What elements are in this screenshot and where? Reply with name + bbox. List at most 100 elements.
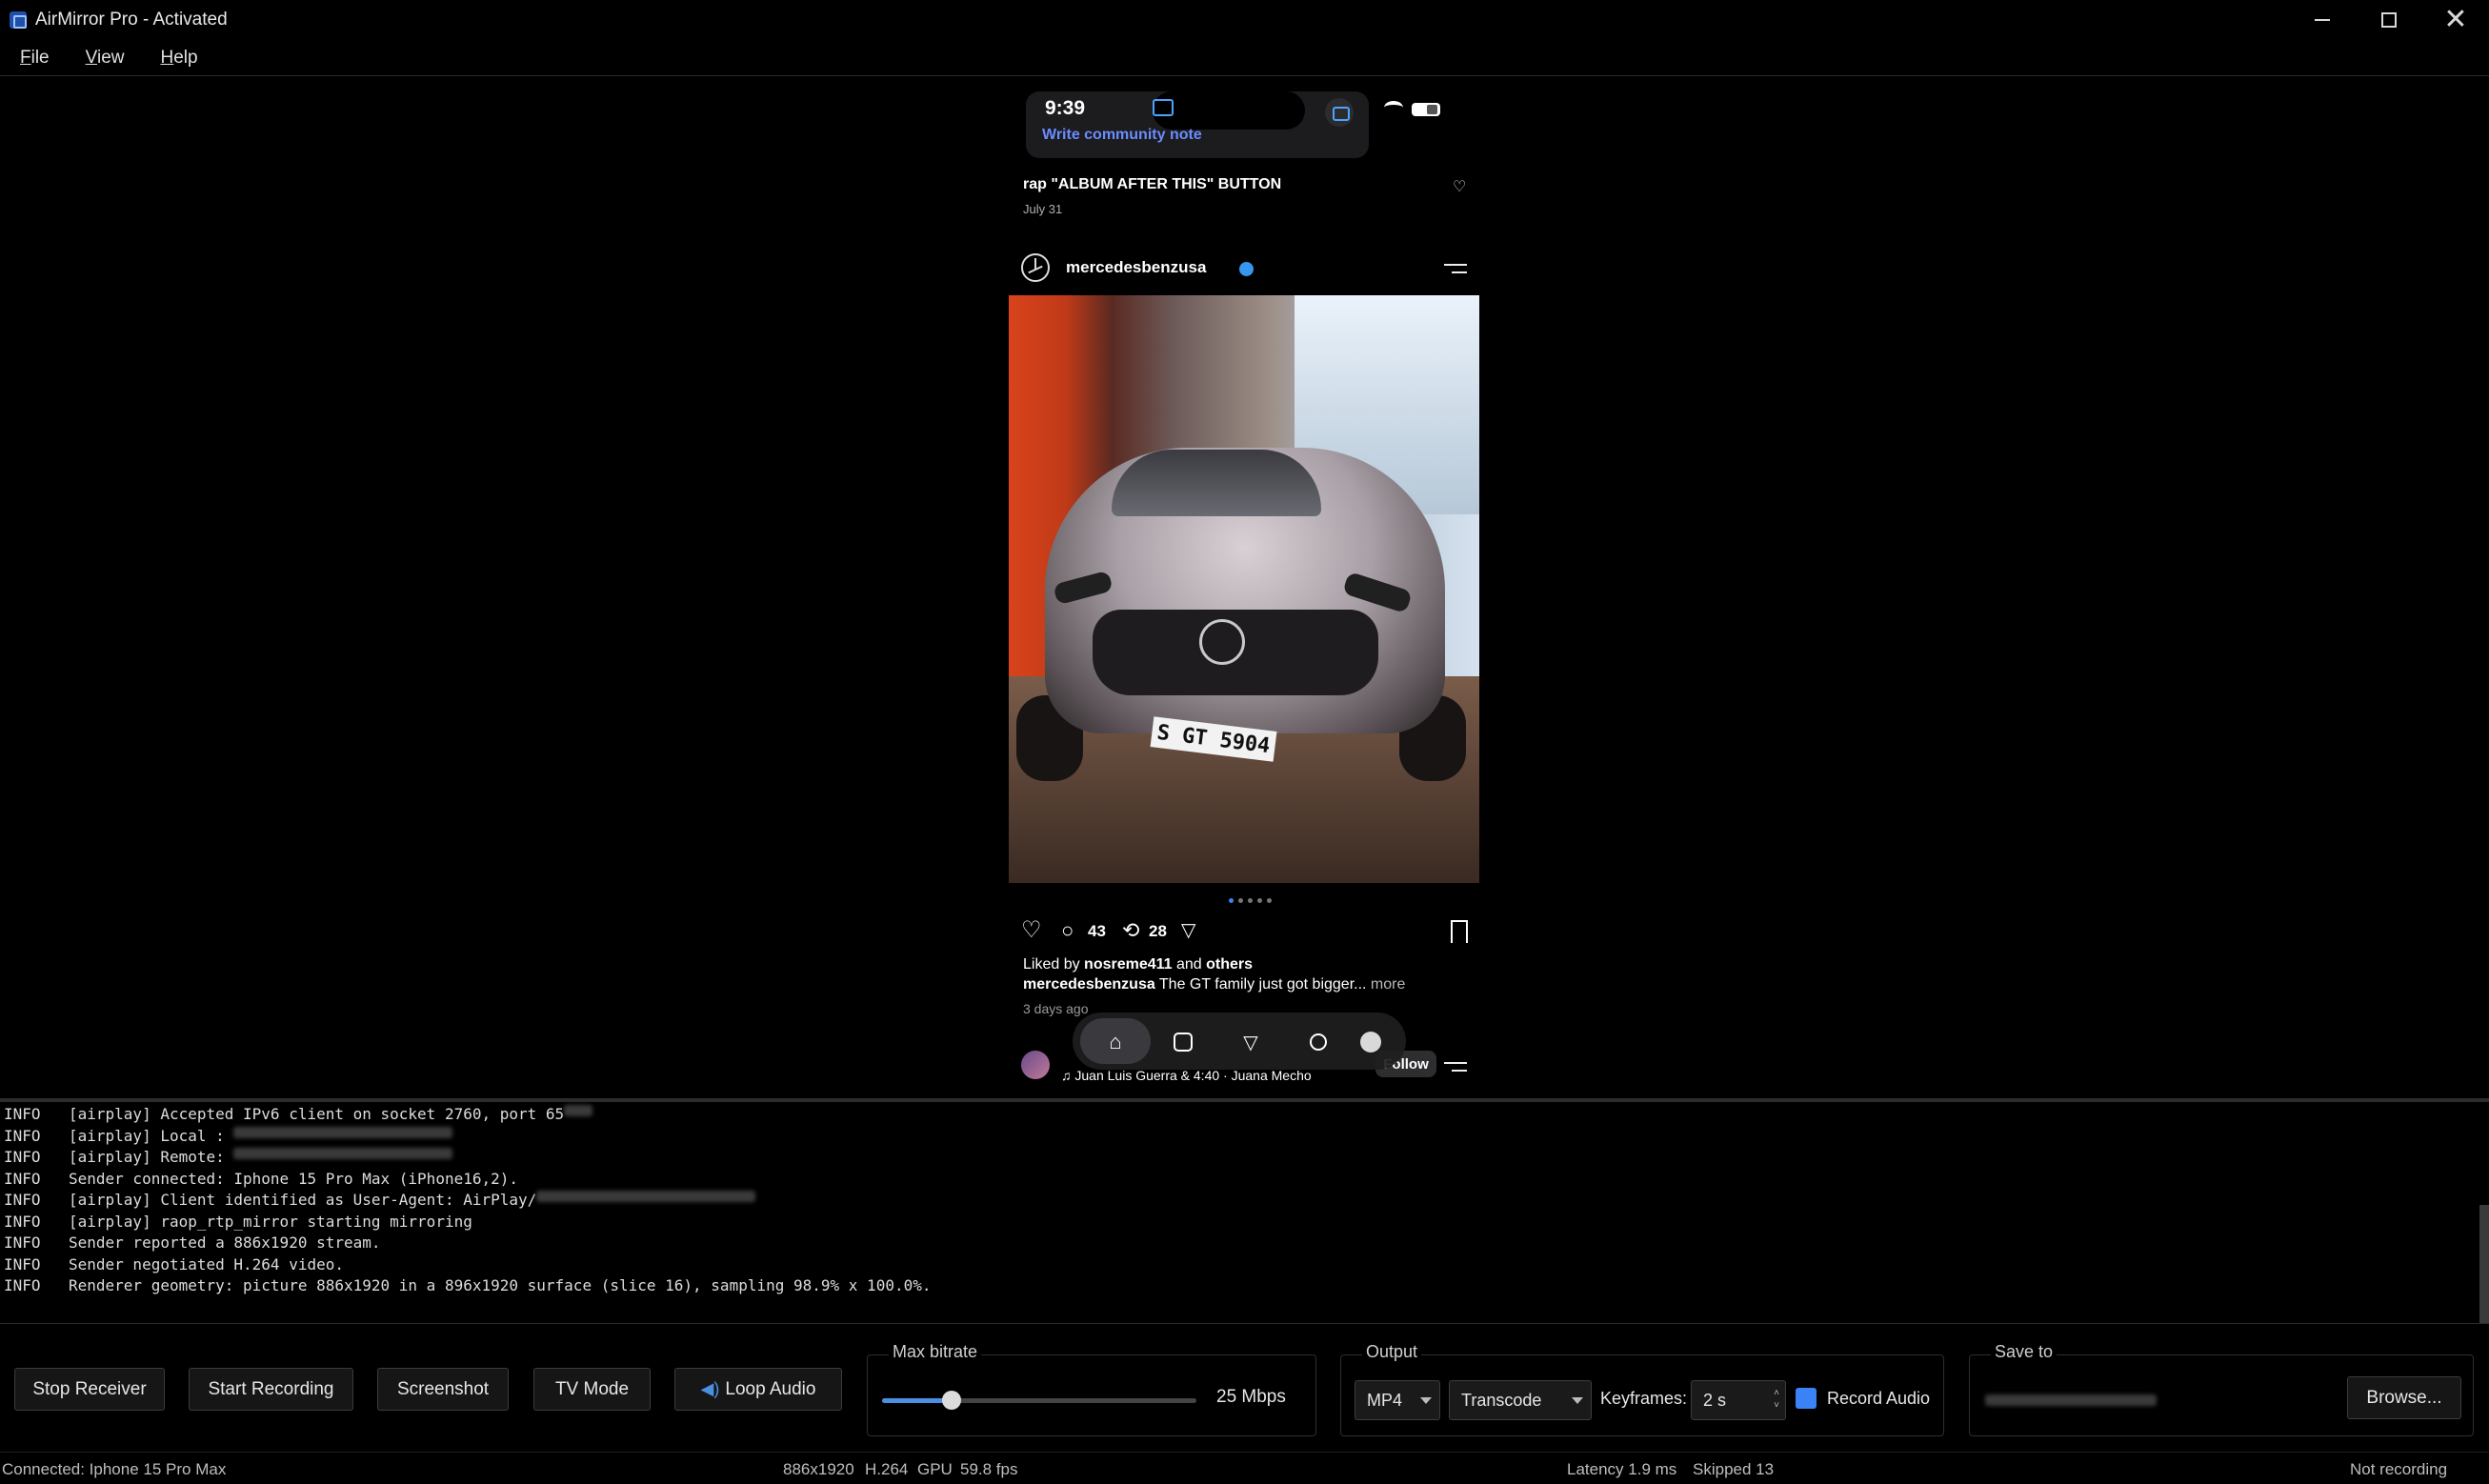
max-bitrate-group: Max bitrate 25 Mbps bbox=[867, 1342, 1316, 1436]
author-avatar[interactable] bbox=[1021, 253, 1050, 282]
post-time: 3 days ago bbox=[1023, 1001, 1089, 1016]
log-level: INFO bbox=[4, 1254, 41, 1273]
stop-receiver-button[interactable]: Stop Receiver bbox=[14, 1368, 165, 1411]
format-select[interactable]: MP4 bbox=[1355, 1380, 1440, 1420]
control-bar: Stop Receiver Start Recording Screenshot… bbox=[0, 1323, 2489, 1452]
loop-audio-button[interactable]: ◀) Loop Audio bbox=[674, 1368, 842, 1411]
bitrate-slider-thumb[interactable] bbox=[941, 1391, 961, 1410]
keyframes-label: Keyframes: bbox=[1600, 1389, 1688, 1408]
title-bar: AirMirror Pro - Activated ✕ bbox=[0, 0, 2489, 40]
record-audio-checkbox[interactable] bbox=[1796, 1388, 1817, 1409]
redacted-value bbox=[233, 1126, 453, 1138]
bookmark-icon[interactable] bbox=[1451, 920, 1468, 943]
menu-help[interactable]: Help bbox=[160, 48, 197, 69]
mirror-view[interactable]: 9:39 Write community note rap "ALBUM AFT… bbox=[0, 77, 2489, 1098]
repost-icon[interactable]: ⟲ bbox=[1122, 919, 1139, 942]
next-post-avatar[interactable] bbox=[1021, 1051, 1050, 1079]
minimize-button[interactable] bbox=[2289, 0, 2356, 40]
like-icon[interactable]: ♡ bbox=[1021, 919, 1042, 942]
community-note-link[interactable]: Write community note bbox=[1042, 127, 1202, 144]
stream-resolution: 886x1920 bbox=[783, 1460, 854, 1478]
previous-post-date: July 31 bbox=[1023, 202, 1063, 216]
post-author[interactable]: mercedesbenzusa bbox=[1066, 258, 1206, 277]
encode-mode-select[interactable]: Transcode bbox=[1449, 1380, 1592, 1420]
likes-summary[interactable]: Liked by nosreme411 and others bbox=[1023, 956, 1253, 973]
log-lines: INFO [airplay] Accepted IPv6 client on so… bbox=[0, 1105, 2489, 1298]
log-level: INFO bbox=[4, 1169, 41, 1188]
carousel-dot bbox=[1248, 898, 1253, 903]
comment-count: 43 bbox=[1088, 922, 1106, 940]
previous-post-caption: rap "ALBUM AFTER THIS" BUTTON bbox=[1023, 176, 1282, 192]
airplay-icon bbox=[1153, 99, 1174, 116]
log-message: [airplay] Remote: bbox=[69, 1148, 234, 1166]
frame-rate: 59.8 fps bbox=[960, 1460, 1018, 1478]
reels-icon[interactable] bbox=[1167, 1026, 1199, 1058]
send-icon[interactable]: ▽ bbox=[1234, 1026, 1267, 1058]
save-to-title: Save to bbox=[1991, 1342, 2057, 1362]
bitrate-slider-fill bbox=[882, 1398, 952, 1403]
dynamic-island bbox=[1153, 91, 1305, 130]
maximize-button[interactable] bbox=[2356, 0, 2422, 40]
log-line: INFO Sender reported a 886x1920 stream. bbox=[0, 1233, 2489, 1255]
stream-codec: H.264 bbox=[865, 1460, 909, 1478]
log-level: INFO bbox=[4, 1105, 41, 1123]
close-button[interactable]: ✕ bbox=[2422, 0, 2489, 40]
log-line: INFO [airplay] Remote: bbox=[0, 1148, 2489, 1170]
save-path-field[interactable] bbox=[1985, 1380, 2338, 1420]
gpu-indicator: GPU bbox=[917, 1460, 953, 1478]
carousel-dot bbox=[1238, 898, 1243, 903]
spin-arrows-icon[interactable]: ˄ ˅ bbox=[1774, 1387, 1779, 1412]
comment-like-icon[interactable]: ♡ bbox=[1453, 177, 1466, 196]
battery-icon bbox=[1412, 103, 1440, 116]
bitrate-slider[interactable] bbox=[882, 1391, 1196, 1410]
carousel-dot bbox=[1229, 898, 1234, 903]
search-icon[interactable] bbox=[1302, 1026, 1335, 1058]
home-icon[interactable]: ⌂ bbox=[1099, 1026, 1132, 1058]
tv-mode-button[interactable]: TV Mode bbox=[533, 1368, 651, 1411]
log-level: INFO bbox=[4, 1148, 41, 1166]
redacted-value bbox=[536, 1191, 756, 1202]
record-audio-label[interactable]: Record Audio bbox=[1827, 1389, 1930, 1409]
next-post-menu-icon[interactable] bbox=[1444, 1060, 1467, 1073]
post-actions: ♡ ○ 43 ⟲ 28 ▽ bbox=[1021, 915, 1469, 948]
phone-screen[interactable]: 9:39 Write community note rap "ALBUM AFT… bbox=[1008, 77, 1479, 1098]
chevron-down-icon bbox=[1420, 1397, 1432, 1404]
next-post-music[interactable]: ♫ Juan Luis Guerra & 4:40 · Juana Mecho bbox=[1061, 1068, 1312, 1083]
log-message: Sender reported a 886x1920 stream. bbox=[69, 1233, 381, 1252]
log-message: [airplay] raop_rtp_mirror starting mirro… bbox=[69, 1212, 472, 1231]
log-scrollbar[interactable] bbox=[2479, 1205, 2489, 1323]
max-bitrate-title: Max bitrate bbox=[889, 1342, 982, 1362]
log-panel[interactable]: INFO [airplay] Accepted IPv6 client on so… bbox=[0, 1102, 2489, 1323]
profile-icon[interactable] bbox=[1355, 1026, 1387, 1058]
caption-more-link[interactable]: more bbox=[1371, 976, 1405, 993]
log-level: INFO bbox=[4, 1233, 41, 1252]
send-icon[interactable]: ▽ bbox=[1181, 919, 1195, 942]
carousel-dot bbox=[1257, 898, 1262, 903]
menu-file[interactable]: File bbox=[20, 48, 50, 69]
keyframes-spinbox[interactable]: 2 s ˄ ˅ bbox=[1691, 1380, 1786, 1420]
repost-count: 28 bbox=[1149, 922, 1167, 940]
browse-button[interactable]: Browse... bbox=[2347, 1376, 2461, 1419]
start-recording-button[interactable]: Start Recording bbox=[189, 1368, 353, 1411]
menu-bar: File View Help bbox=[0, 40, 2489, 76]
post-menu-icon[interactable] bbox=[1444, 262, 1467, 275]
chevron-down-icon bbox=[1572, 1397, 1583, 1404]
redacted-value bbox=[233, 1148, 453, 1159]
menu-view[interactable]: View bbox=[86, 48, 125, 69]
log-line: INFO Sender negotiated H.264 video. bbox=[0, 1255, 2489, 1277]
close-icon: ✕ bbox=[2443, 4, 2468, 35]
post-image[interactable]: S GT 5904 bbox=[1009, 295, 1479, 883]
speaker-icon: ◀) bbox=[700, 1379, 720, 1398]
output-group: Output MP4 Transcode Keyframes: 2 s ˄ ˅ Re… bbox=[1340, 1342, 1944, 1436]
output-title: Output bbox=[1362, 1342, 1422, 1362]
log-line: INFO Renderer geometry: picture 886x1920 … bbox=[0, 1276, 2489, 1298]
comment-icon[interactable]: ○ bbox=[1061, 919, 1074, 942]
status-bar: Connected: Iphone 15 Pro Max 886x1920 H.… bbox=[0, 1452, 2489, 1484]
verified-badge-icon bbox=[1239, 262, 1254, 276]
wifi-icon bbox=[1384, 101, 1403, 114]
log-message: [airplay] Accepted IPv6 client on socket… bbox=[69, 1105, 565, 1123]
carousel-indicator bbox=[1229, 898, 1272, 903]
screenshot-button[interactable]: Screenshot bbox=[377, 1368, 509, 1411]
redacted-path bbox=[1985, 1394, 2157, 1406]
app-icon bbox=[10, 11, 27, 29]
